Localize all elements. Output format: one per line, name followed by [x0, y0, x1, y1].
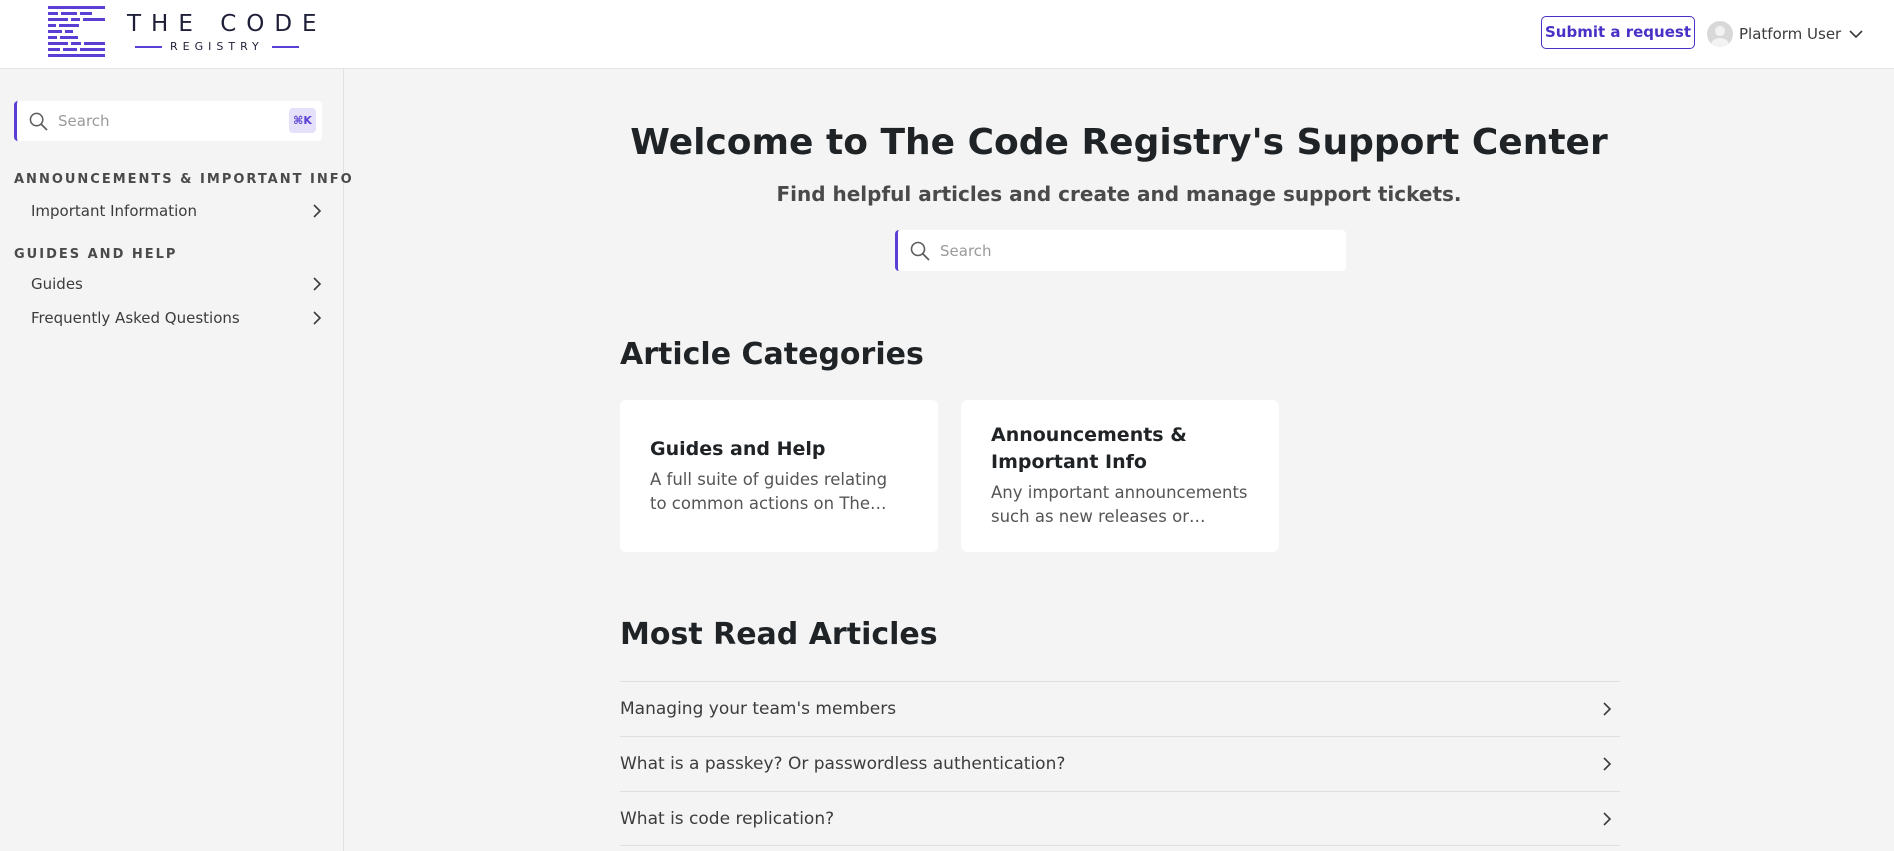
- top-header: THE CODE REGISTRY Submit a request Platf…: [0, 0, 1894, 69]
- article-row[interactable]: What is a passkey? Or passwordless authe…: [620, 736, 1620, 791]
- chevron-right-icon: [313, 204, 322, 218]
- sidebar-section-guides: GUIDES AND HELP: [14, 247, 178, 262]
- sidebar-item-guides[interactable]: Guides: [31, 271, 322, 297]
- avatar-icon: [1707, 21, 1733, 47]
- main-search[interactable]: [895, 230, 1346, 271]
- category-card-title: Guides and Help: [650, 438, 826, 460]
- keyboard-shortcut-badge: ⌘K: [289, 108, 316, 133]
- article-link: What is code replication?: [620, 808, 835, 829]
- brand-divider-left: [135, 45, 162, 48]
- category-card-description: A full suite of guides relating to commo…: [650, 470, 888, 513]
- most-read-heading: Most Read Articles: [620, 617, 938, 652]
- category-card-announcements[interactable]: Announcements & Important Info Any impor…: [961, 400, 1279, 552]
- most-read-list: Managing your team's members What is a p…: [620, 681, 1620, 846]
- sidebar: ⌘K ANNOUNCEMENTS & IMPORTANT INFO Import…: [0, 69, 352, 851]
- article-link: Managing your team's members: [620, 699, 897, 719]
- sidebar-item-faq[interactable]: Frequently Asked Questions: [31, 305, 322, 331]
- category-card-guides[interactable]: Guides and Help A full suite of guides r…: [620, 400, 938, 552]
- brand-divider-right: [271, 45, 299, 48]
- article-categories-heading: Article Categories: [620, 337, 924, 372]
- sidebar-section-announcements: ANNOUNCEMENTS & IMPORTANT INFO: [14, 172, 354, 187]
- page-subtitle: Find helpful articles and create and man…: [776, 182, 1462, 206]
- chevron-down-icon: [1849, 30, 1863, 39]
- sidebar-search-input[interactable]: [58, 112, 278, 130]
- article-link: What is a passkey? Or passwordless authe…: [620, 754, 1066, 774]
- code-registry-logo-icon: [48, 6, 105, 57]
- brand-logo[interactable]: THE CODE REGISTRY: [48, 6, 327, 58]
- chevron-right-icon: [313, 277, 322, 291]
- chevron-right-icon: [1603, 757, 1612, 771]
- category-card-description: Any important announcements such as new …: [991, 483, 1248, 526]
- category-card-title: Announcements & Important Info: [991, 424, 1187, 473]
- chevron-right-icon: [1603, 702, 1612, 716]
- search-icon: [29, 112, 48, 131]
- article-row[interactable]: What is code replication?: [620, 791, 1620, 846]
- chevron-right-icon: [313, 311, 322, 325]
- chevron-right-icon: [1603, 811, 1612, 826]
- brand-title: THE CODE: [127, 11, 327, 37]
- main-search-input[interactable]: [940, 241, 1320, 260]
- user-menu[interactable]: Platform User: [1707, 20, 1863, 48]
- sidebar-item-important-information[interactable]: Important Information: [31, 198, 322, 224]
- article-row[interactable]: Managing your team's members: [620, 681, 1620, 736]
- page-title: Welcome to The Code Registry's Support C…: [630, 122, 1608, 163]
- user-name: Platform User: [1739, 25, 1842, 43]
- brand-subtitle: REGISTRY: [170, 40, 264, 53]
- search-icon: [910, 241, 930, 261]
- sidebar-search[interactable]: ⌘K: [14, 101, 322, 141]
- submit-request-button[interactable]: Submit a request: [1541, 16, 1695, 49]
